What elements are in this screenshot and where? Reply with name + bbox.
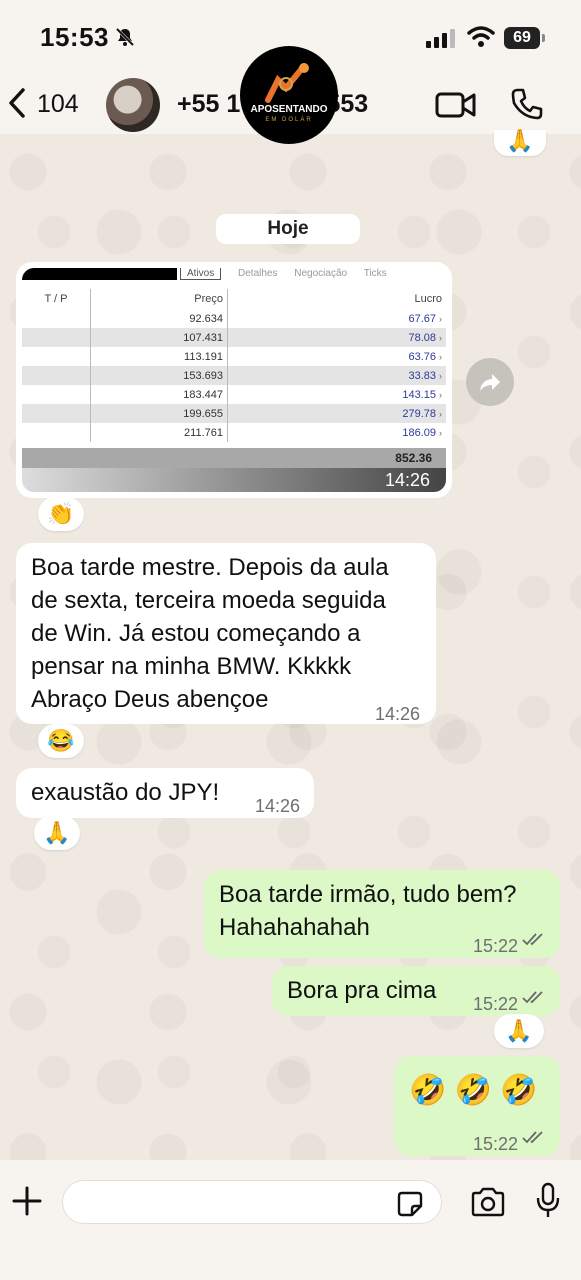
preco-cell: 92.634 (90, 309, 228, 328)
screenshot-tabs: Ativos Detalhes Negociação Ticks (180, 268, 446, 280)
message-time: 15:22 (472, 936, 518, 956)
video-call-icon[interactable] (435, 90, 477, 120)
logo-emblem-icon (265, 63, 309, 103)
message-line: Boa tarde mestre. Depois da aula (31, 554, 389, 581)
wifi-icon (467, 26, 495, 47)
preco-cell: 113.191 (90, 347, 228, 366)
message-line: pensar na minha BMW. Kkkkk (31, 653, 352, 680)
reaction-laugh[interactable]: 😂 (38, 724, 84, 758)
attach-plus-icon[interactable] (10, 1184, 44, 1218)
table-header-row: T / P Preço Lucro (22, 289, 446, 309)
lucro-cell: 279.78 (402, 407, 436, 420)
battery-indicator: 69 (504, 27, 545, 49)
row-chevron-icon: › (439, 389, 442, 400)
contact-name-left: +55 1 (177, 90, 241, 118)
logo-text: APOSENTANDO (250, 104, 328, 115)
read-receipt-icon (522, 933, 543, 946)
forward-button[interactable] (466, 358, 514, 406)
preco-cell: 199.655 (90, 404, 228, 423)
lucro-cell: 143.15 (402, 388, 436, 401)
lucro-cell: 78.08 (408, 331, 436, 344)
preco-cell: 183.447 (90, 385, 228, 404)
message-line: Abraço Deus abençoe (31, 686, 269, 713)
message-time: 14:26 (384, 470, 430, 490)
column-header-lucro: Lucro (414, 293, 442, 305)
incoming-message[interactable]: Boa tarde mestre. Depois da aula de sext… (16, 543, 436, 724)
sticker-icon[interactable] (396, 1190, 424, 1218)
message-line: Hahahahahah (219, 914, 370, 941)
screenshot-bottom-fade (22, 468, 446, 492)
status-time: 15:53 (40, 22, 109, 52)
row-chevron-icon: › (439, 351, 442, 362)
row-chevron-icon: › (439, 408, 442, 419)
reaction-top[interactable]: 🙏 (494, 130, 546, 156)
date-chip: Hoje (216, 214, 360, 244)
table-row: 211.761 186.09 › (22, 423, 446, 442)
message-text: Boa tarde mestre. Depois da aula de sext… (31, 551, 389, 716)
reaction-pray[interactable]: 🙏 (494, 1014, 544, 1048)
logo-subtext: EM DOLAR (265, 117, 313, 123)
table-row: 113.191 63.76 › (22, 347, 446, 366)
read-receipt-icon (522, 991, 543, 1004)
screenshot-tab: Ativos (180, 268, 222, 280)
message-line: Boa tarde irmão, tudo bem? (219, 881, 517, 908)
preco-cell: 153.693 (90, 366, 228, 385)
reaction-pray[interactable]: 🙏 (34, 816, 80, 850)
chat-header: 104 +55 1-3553 APOSENTANDO EM DOLAR (0, 46, 581, 144)
cellular-signal-icon (426, 29, 455, 48)
camera-icon[interactable] (470, 1187, 506, 1217)
message-text: 🤣 🤣 🤣 (409, 1074, 538, 1107)
total-bar: 852.36 (22, 448, 446, 470)
message-time: 14:26 (254, 796, 300, 816)
message-time: 15:22 (472, 1134, 518, 1154)
outgoing-message[interactable]: Bora pra cima 15:22 (272, 966, 560, 1016)
message-text: exaustão do JPY! (31, 779, 220, 806)
message-text: Boa tarde irmão, tudo bem? Hahahahahah (219, 878, 517, 944)
screenshot-tab: Ticks (363, 268, 387, 279)
row-chevron-icon: › (439, 427, 442, 438)
microphone-icon[interactable] (535, 1182, 561, 1220)
trade-screenshot[interactable]: Ativos Detalhes Negociação Ticks T / P P… (22, 268, 446, 492)
screenshot-tab: Detalhes (238, 268, 278, 279)
message-input[interactable] (62, 1180, 442, 1224)
row-chevron-icon: › (439, 332, 442, 343)
outgoing-message[interactable]: 🤣 🤣 🤣 15:22 (394, 1056, 560, 1156)
lucro-cell: 186.09 (402, 426, 436, 439)
bell-muted-icon (115, 27, 135, 47)
screenshot-tab: Negociação (294, 268, 348, 279)
table-row: 107.431 78.08 › (22, 328, 446, 347)
preco-cell: 211.761 (90, 423, 228, 442)
message-time: 14:26 (374, 704, 420, 724)
unread-count[interactable]: 104 (37, 90, 79, 119)
table-row: 199.655 279.78 › (22, 404, 446, 423)
trades-table: T / P Preço Lucro 92.634 67.67 › 107.431 78… (22, 289, 446, 442)
phone-call-icon[interactable] (510, 87, 544, 121)
lucro-cell: 63.76 (408, 350, 436, 363)
outgoing-message[interactable]: Boa tarde irmão, tudo bem? Hahahahahah 1… (204, 870, 560, 958)
forward-arrow-icon (480, 374, 500, 391)
column-header-tp: T / P (22, 289, 91, 309)
contact-avatar[interactable] (106, 78, 160, 132)
back-chevron-icon[interactable] (6, 86, 30, 120)
brand-logo: APOSENTANDO EM DOLAR (240, 46, 338, 144)
row-chevron-icon: › (439, 313, 442, 324)
message-text: Bora pra cima (287, 977, 437, 1004)
table-row: 153.693 33.83 › (22, 366, 446, 385)
screenshot-topbar (22, 268, 177, 280)
row-chevron-icon: › (439, 370, 442, 381)
message-line: de Win. Já estou começando a (31, 620, 361, 647)
lucro-cell: 33.83 (408, 369, 436, 382)
table-row: 183.447 143.15 › (22, 385, 446, 404)
reaction-clap[interactable]: 👏 (38, 497, 84, 531)
column-header-preco: Preço (90, 289, 228, 309)
table-row: 92.634 67.67 › (22, 309, 446, 328)
message-composer (0, 1160, 581, 1280)
lucro-cell: 67.67 (408, 312, 436, 325)
message-line: de sexta, terceira moeda seguida (31, 587, 386, 614)
image-message[interactable]: Ativos Detalhes Negociação Ticks T / P P… (16, 262, 452, 498)
read-receipt-icon (522, 1131, 543, 1144)
incoming-message[interactable]: exaustão do JPY! 14:26 (16, 768, 314, 818)
preco-cell: 107.431 (90, 328, 228, 347)
total-value: 852.36 (395, 451, 432, 465)
